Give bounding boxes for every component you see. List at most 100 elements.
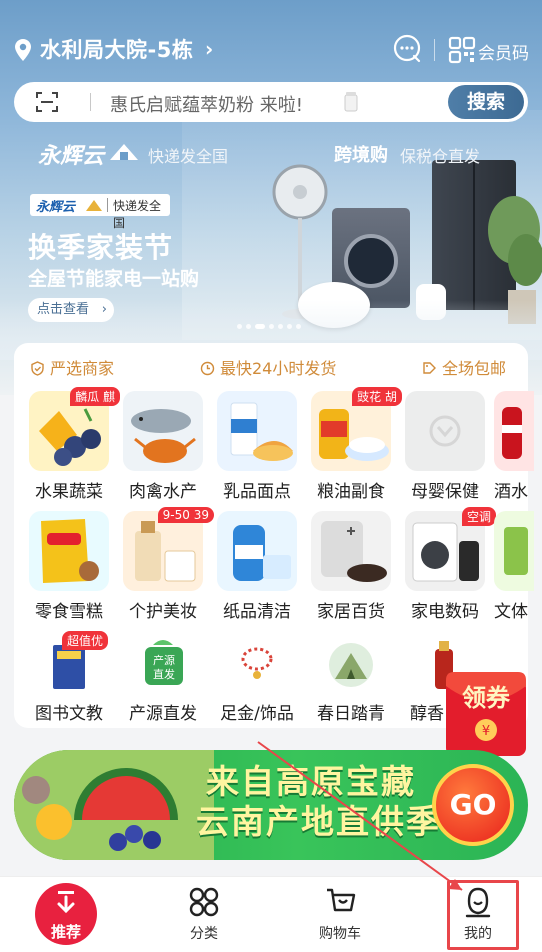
chip-brand: 永辉云 xyxy=(36,200,76,215)
category-badge: 9-50 39 xyxy=(157,507,214,523)
category-appliances-digital[interactable]: 空调 家电数码 xyxy=(400,507,496,622)
category-card: 严选商家 最快24小时发货 全场包邮 麟瓜 麒 水果蔬菜 肉禽水产 乳品面点 豉… xyxy=(14,343,534,728)
milk-can-icon xyxy=(344,92,358,112)
search-bar[interactable]: 惠氏启赋蕴萃奶粉 来啦! 搜索 xyxy=(14,82,528,122)
category-label: 家电数码 xyxy=(411,602,479,622)
snacks-image xyxy=(29,511,109,591)
shield-check-icon xyxy=(31,361,44,376)
search-button[interactable]: 搜索 xyxy=(448,85,524,119)
category-label: 产源直发 xyxy=(129,704,197,724)
category-badge: 空调 xyxy=(461,507,496,526)
hero-banner[interactable]: 水利局大院-5栋 › 会员码 惠氏启赋蕴萃奶粉 来啦! 搜索 永辉云 快递发全国… xyxy=(0,0,542,395)
brand-tagline: 快递发全国 xyxy=(148,147,229,166)
category-badge: 豉花 胡 xyxy=(352,387,402,406)
service-tag: 严选商家 xyxy=(30,355,114,379)
category-fruits-vegetables[interactable]: 麟瓜 麒 水果蔬菜 xyxy=(24,387,120,502)
arrow-down-icon xyxy=(57,891,75,914)
category-stationery-sports[interactable]: 文体 xyxy=(494,511,534,622)
qr-code-icon[interactable] xyxy=(448,36,476,64)
message-icon[interactable] xyxy=(392,34,422,64)
location-label[interactable]: 水利局大院-5栋 xyxy=(40,34,193,64)
cloud-house-icon xyxy=(110,144,138,160)
category-label: 图书文教 xyxy=(35,704,103,724)
category-origin-direct[interactable]: 产源 直发 产源直发 xyxy=(118,635,208,724)
coupon-label: 领券 xyxy=(462,684,510,712)
category-paper-cleaning[interactable]: 纸品清洁 xyxy=(212,511,302,622)
category-spring-outing[interactable]: 春日踏青 xyxy=(306,635,396,724)
tab-cart[interactable]: 购物车 xyxy=(300,885,380,943)
location-pin-icon xyxy=(15,39,31,61)
category-label: 文体 xyxy=(494,602,528,622)
cross-border-tagline: 保税仓直发 xyxy=(400,147,481,166)
service-tag: 最快24小时发货 xyxy=(200,355,336,379)
dairy-image xyxy=(217,391,297,471)
category-gold-jewelry[interactable]: 足金/饰品 xyxy=(212,635,302,724)
top-bar: 水利局大院-5栋 › 会员码 xyxy=(0,30,542,70)
category-label: 母婴保健 xyxy=(411,482,479,502)
category-personal-care[interactable]: 9-50 39 个护美妆 xyxy=(118,507,214,622)
promo-subtitle: 全屋节能家电一站购 xyxy=(28,268,200,290)
top-divider xyxy=(434,39,435,61)
category-home-goods[interactable]: 家居百货 xyxy=(306,511,396,622)
seafood-image xyxy=(123,391,203,471)
bracelet-image xyxy=(227,635,287,695)
category-label: 个护美妆 xyxy=(129,602,197,622)
tab-mine[interactable]: 我的 xyxy=(438,885,518,943)
cart-icon xyxy=(327,888,356,912)
category-mother-baby[interactable]: 母婴保健 xyxy=(400,391,490,502)
category-snacks[interactable]: 零食雪糕 xyxy=(24,511,114,622)
member-code-label[interactable]: 会员码 xyxy=(478,39,529,64)
scan-icon[interactable] xyxy=(36,91,58,113)
bottom-tab-bar: 推荐 分类 购物车 我的 xyxy=(0,876,542,952)
cross-border-logo: 跨境购 xyxy=(334,145,388,166)
search-input[interactable]: 惠氏启赋蕴萃奶粉 来啦! xyxy=(110,91,303,117)
chevron-right-icon[interactable]: › xyxy=(205,37,213,61)
category-dairy-bakery[interactable]: 乳品面点 xyxy=(212,391,302,502)
category-label: 乳品面点 xyxy=(223,482,291,502)
svg-text:产源: 产源 xyxy=(153,653,175,667)
category-drinks[interactable]: 酒水 xyxy=(494,391,534,502)
tab-label: 推荐 xyxy=(50,923,81,941)
user-icon xyxy=(465,887,491,918)
promo-title: 换季家装节 xyxy=(28,231,174,264)
category-label: 家居百货 xyxy=(317,602,385,622)
tab-label: 我的 xyxy=(464,926,492,942)
tab-category[interactable]: 分类 xyxy=(164,885,244,943)
search-divider xyxy=(90,93,91,111)
category-grain-oil[interactable]: 豉花 胡 粮油副食 xyxy=(306,387,402,502)
tag-icon xyxy=(423,362,436,374)
view-details-button[interactable]: 点击查看 › xyxy=(28,298,114,322)
personal-care-image xyxy=(123,511,203,591)
tab-recommend[interactable]: 推荐 xyxy=(26,883,106,945)
service-tag: 全场包邮 xyxy=(422,355,506,379)
cloud-house-icon xyxy=(86,200,102,211)
placeholder-image xyxy=(405,391,485,471)
category-label: 酒水 xyxy=(494,482,528,502)
category-books[interactable]: 超值优 图书文教 xyxy=(24,631,114,724)
category-label: 肉禽水产 xyxy=(129,482,197,502)
promo-chip: 永辉云 快递发全国 xyxy=(30,194,170,230)
cleaning-image xyxy=(217,511,297,591)
carousel-indicator xyxy=(237,316,305,329)
go-button[interactable]: GO xyxy=(432,764,514,846)
category-label: 足金/饰品 xyxy=(220,704,294,724)
category-label: 春日踏青 xyxy=(317,704,385,724)
coupon-float-button[interactable]: ¥ 领券 xyxy=(444,672,528,758)
category-label: 粮油副食 xyxy=(317,482,385,502)
service-tags: 严选商家 最快24小时发货 全场包邮 xyxy=(14,355,528,379)
category-badge: 麟瓜 麒 xyxy=(70,387,120,406)
category-meat-seafood[interactable]: 肉禽水产 xyxy=(118,391,208,502)
category-label: 零食雪糕 xyxy=(35,602,103,622)
chevron-right-icon: › xyxy=(101,302,107,317)
drinks-image xyxy=(494,391,534,471)
tent-image xyxy=(321,635,381,695)
yonghui-cloud-logo: 永辉云 xyxy=(38,144,105,169)
category-label: 纸品清洁 xyxy=(223,602,291,622)
tab-label: 购物车 xyxy=(319,926,361,942)
stationery-image xyxy=(494,511,534,591)
yunnan-ad-banner[interactable]: 来自高原宝藏 云南产地直供季 GO xyxy=(14,750,528,860)
category-badge: 超值优 xyxy=(61,631,108,650)
grid-icon xyxy=(189,887,219,917)
clock-icon xyxy=(200,361,215,376)
category-label: 水果蔬菜 xyxy=(35,482,103,502)
